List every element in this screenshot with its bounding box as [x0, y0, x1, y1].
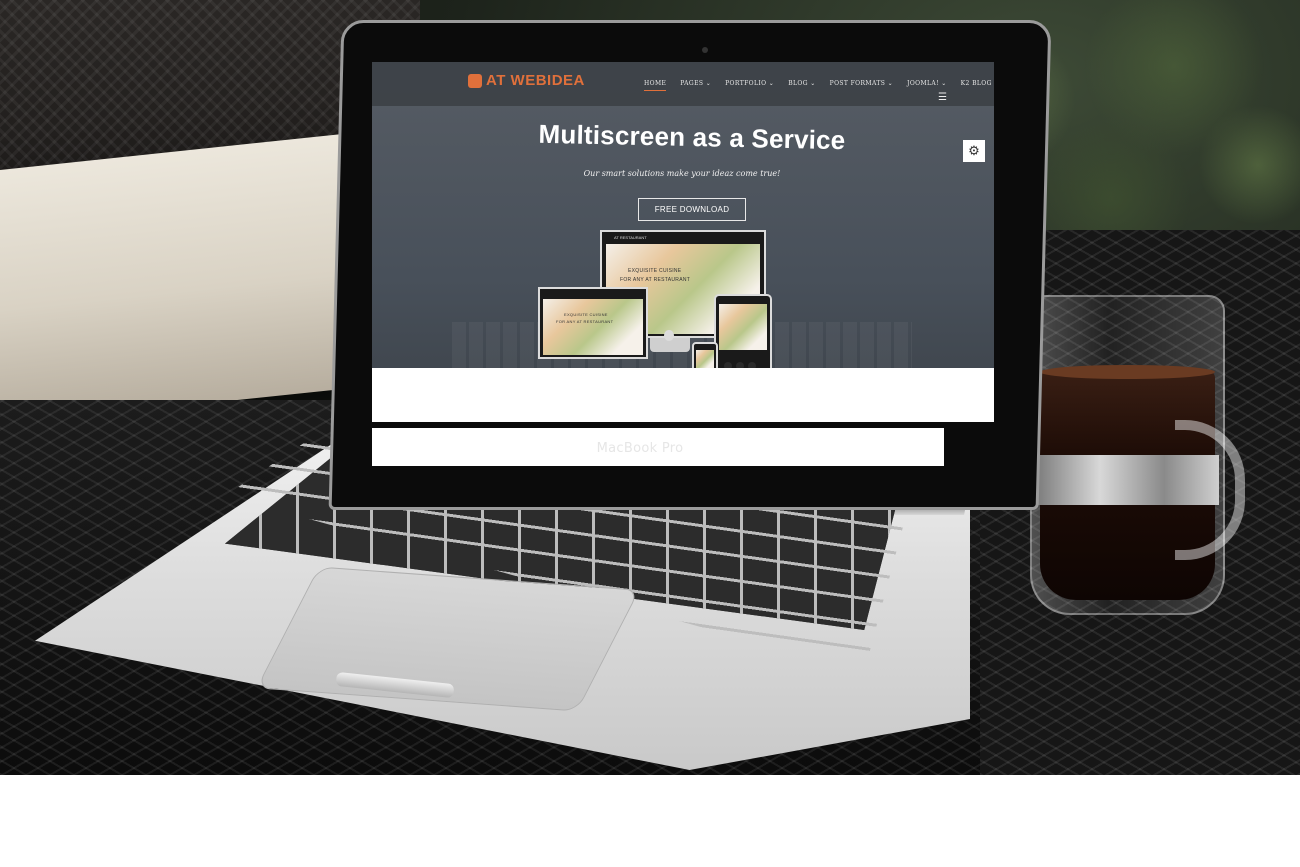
menu-item-joomla[interactable]: JOOMLA! ⌄: [907, 80, 947, 91]
laptop-mockup-headline-1: EXQUISITE CUISINE: [564, 312, 608, 317]
camera-icon: [702, 47, 708, 53]
hero-subtitle: Our smart solutions make your ideaz come…: [583, 169, 781, 178]
laptop-mockup-headline-2: FOR ANY AT RESTAURANT: [556, 319, 614, 324]
menu-item-portfolio[interactable]: PORTFOLIO ⌄: [725, 80, 774, 91]
mockup-headline-2: FOR ANY AT RESTAURANT: [620, 277, 691, 283]
main-menu: HOME PAGES ⌄ PORTFOLIO ⌄ BLOG ⌄ POST FOR…: [644, 80, 994, 91]
laptop-model-label: MacBook Pro: [596, 441, 684, 456]
menu-item-blog[interactable]: BLOG ⌄: [788, 80, 815, 91]
apple-logo-icon: [664, 330, 674, 341]
page-content-strip: [372, 368, 994, 422]
logo-icon: [468, 73, 482, 88]
menu-item-k2-blog[interactable]: K2 BLOG ⌄: [961, 80, 994, 91]
menu-item-post-formats[interactable]: POST FORMATS ⌄: [830, 80, 893, 91]
site-logo-text: AT WEBIDEA: [486, 72, 585, 89]
laptop-screen: AT WEBIDEA HOME PAGES ⌄ PORTFOLIO ⌄ BLOG…: [372, 62, 994, 422]
site-navbar: AT WEBIDEA HOME PAGES ⌄ PORTFOLIO ⌄ BLOG…: [372, 62, 994, 106]
phone-mockup-image: [696, 350, 714, 368]
mockup-brand: AT RESTAURANT: [614, 235, 647, 240]
coffee-crema: [1040, 365, 1215, 379]
site-logo[interactable]: AT WEBIDEA: [468, 72, 585, 89]
menu-item-pages[interactable]: PAGES ⌄: [680, 80, 711, 91]
tablet-mockup-image: [719, 304, 767, 350]
hamburger-menu-icon[interactable]: ☰: [938, 92, 947, 103]
laptop-mockup-image: [543, 299, 643, 355]
hero-title: Multiscreen as a Service: [538, 118, 846, 156]
settings-gear-icon[interactable]: ⚙: [963, 140, 985, 162]
menu-item-home[interactable]: HOME: [644, 80, 667, 91]
mockup-headline-1: EXQUISITE CUISINE: [628, 268, 682, 274]
free-download-button[interactable]: FREE DOWNLOAD: [638, 198, 746, 221]
laptop-mockup: EXQUISITE CUISINE FOR ANY AT RESTAURANT: [538, 287, 648, 359]
